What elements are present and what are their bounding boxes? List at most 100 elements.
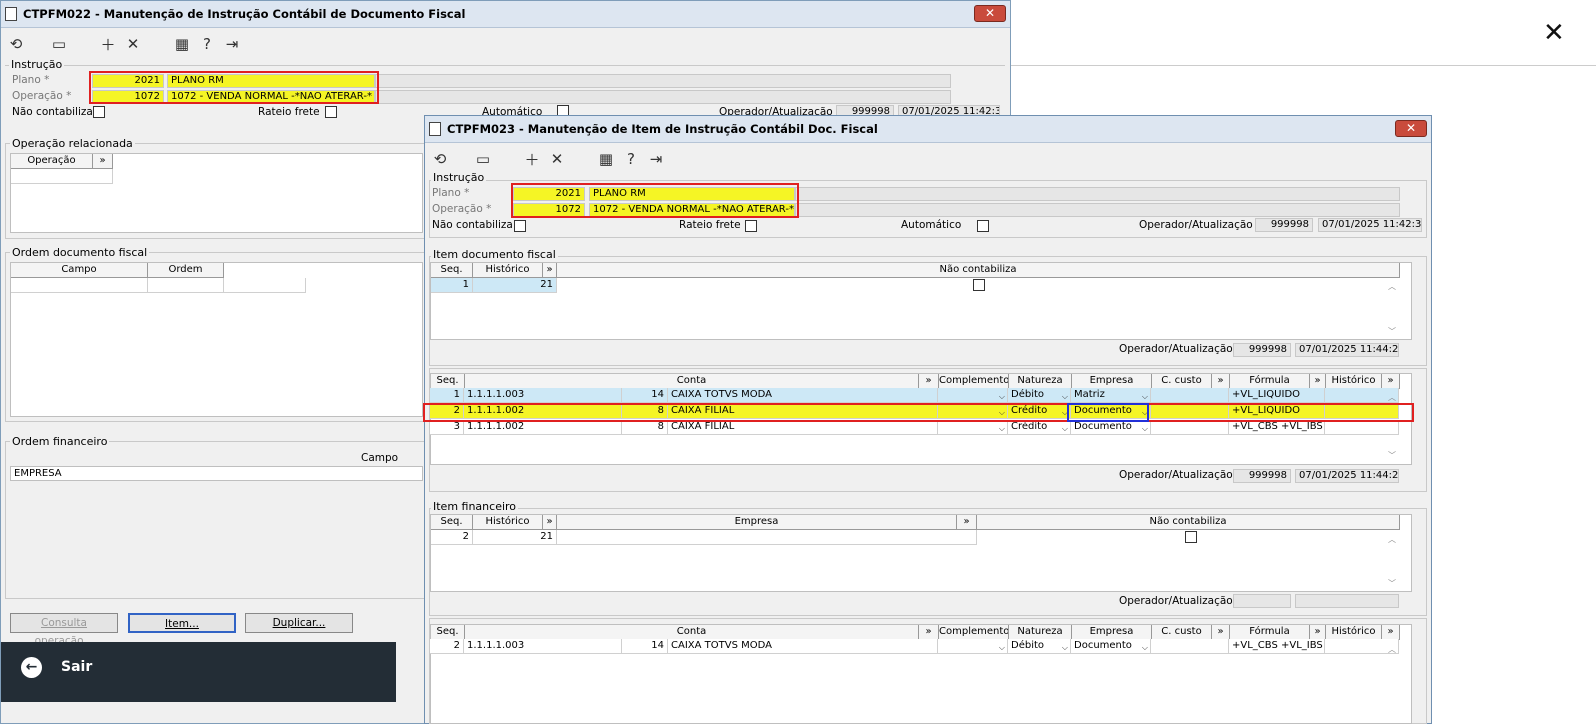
item-button[interactable]: Item... [128,613,236,633]
rateio-checkbox[interactable] [745,220,757,232]
formula-col-header[interactable]: Fórmula [1230,374,1310,389]
chevron-down-icon[interactable]: ⌵ [999,422,1005,434]
refresh-icon[interactable]: ⟲ [5,33,27,55]
help-icon[interactable]: ? [620,148,642,170]
seq-col-header[interactable]: Seq. [431,374,465,389]
complemento-col-header[interactable]: Complemento [939,625,1009,640]
expand-icon[interactable]: » [1382,625,1400,640]
automatico-checkbox[interactable] [977,220,989,232]
expand-icon[interactable]: » [1310,625,1326,640]
historico-col-header[interactable]: Histórico [1326,374,1382,389]
calendar-icon[interactable]: ▦ [595,148,617,170]
conta-num-cell[interactable]: 14 [622,639,668,654]
expand-icon[interactable]: » [1310,374,1326,389]
duplicar-button[interactable]: Duplicar... [245,613,353,633]
chevron-down-icon[interactable]: ⌵ [999,390,1005,402]
seq-cell[interactable]: 1 [430,388,464,403]
consulta-operacao-button[interactable]: Consulta operação... [10,613,118,647]
conta-name-cell[interactable]: CAIXA TOTVS MODA [668,388,938,403]
chevron-down-icon[interactable]: ⌵ [1142,390,1148,402]
save-icon[interactable]: ▭ [48,33,70,55]
scroll-up-icon[interactable]: ︿ [1387,534,1397,545]
chevron-down-icon[interactable]: ⌵ [1062,422,1068,434]
formula-cell[interactable]: +VL_CBS +VL_IBS [1229,420,1325,435]
conta-name-cell[interactable]: CAIXA TOTVS MODA [668,639,938,654]
empresa-cell[interactable]: Documento ⌵ [1071,639,1151,654]
historico-col-header[interactable]: Histórico [473,263,543,278]
delete-icon[interactable]: ✕ [546,148,568,170]
conta-col-header[interactable]: Conta [465,625,919,640]
empresa-col-header[interactable]: Empresa [1072,625,1152,640]
close-button[interactable]: ✕ [1395,120,1427,137]
operacao-row[interactable] [11,169,113,184]
back-arrow-icon[interactable]: ← [21,657,42,678]
ordem-financeiro-row[interactable]: EMPRESA [10,466,423,481]
conta-code-cell[interactable]: 1.1.1.1.002 [464,420,622,435]
ccusto-cell[interactable] [1151,639,1229,654]
formula-cell[interactable]: +VL_CBS +VL_IBS [1229,639,1325,654]
calendar-icon[interactable]: ▦ [171,33,193,55]
expand-icon[interactable]: » [957,515,977,530]
chevron-down-icon[interactable]: ⌵ [1062,641,1068,653]
seq-cell[interactable]: 2 [431,530,473,545]
scroll-down-icon[interactable]: ﹀ [1387,578,1397,589]
empresa-col-header[interactable]: Empresa [1072,374,1152,389]
scroll-up-icon[interactable]: ︿ [1387,281,1397,292]
seq-col-header[interactable]: Seq. [431,625,465,640]
chevron-down-icon[interactable]: ⌵ [1142,641,1148,653]
rateio-checkbox[interactable] [325,106,337,118]
empresa-cell[interactable] [557,530,977,545]
expand-icon[interactable]: » [93,154,113,169]
ccusto-cell[interactable] [1151,420,1229,435]
help-icon[interactable]: ? [196,33,218,55]
ccusto-col-header[interactable]: C. custo [1152,625,1212,640]
conta-num-cell[interactable]: 14 [622,388,668,403]
expand-icon[interactable]: » [1212,374,1230,389]
conta-num-cell[interactable]: 8 [622,420,668,435]
campo-col-header[interactable]: Campo [11,263,148,278]
expand-icon[interactable]: » [543,263,557,278]
scroll-down-icon[interactable]: ﹀ [1387,326,1397,337]
complemento-cell[interactable]: ⌵ [938,639,1008,654]
delete-icon[interactable]: ✕ [122,33,144,55]
ordem-col-header[interactable]: Ordem [148,263,224,278]
expand-icon[interactable]: » [543,515,557,530]
natureza-cell[interactable]: Débito ⌵ [1008,639,1071,654]
nao-contabiliza-col-header[interactable]: Não contabiliza [557,263,1400,278]
nao-contabiliza-checkbox[interactable] [514,220,526,232]
seq-cell[interactable]: 1 [431,278,473,293]
exit-icon[interactable]: ⇥ [221,33,243,55]
exit-icon[interactable]: ⇥ [645,148,667,170]
complemento-cell[interactable]: ⌵ [938,420,1008,435]
operacao-col-header[interactable]: Operação [11,154,93,169]
sair-label[interactable]: Sair [61,659,92,675]
ordem-row-extra[interactable] [224,278,306,293]
nao-contabiliza-cell-checkbox[interactable] [1185,531,1197,543]
campo-header[interactable]: Campo [361,452,398,464]
chevron-down-icon[interactable]: ⌵ [1142,422,1148,434]
close-icon[interactable]: ✕ [1543,18,1565,48]
expand-icon[interactable]: » [919,625,939,640]
nao-contabiliza-cell-checkbox[interactable] [973,279,985,291]
nao-contabiliza-col-header[interactable]: Não contabiliza [977,515,1400,530]
historico-cell[interactable] [1325,420,1399,435]
expand-icon[interactable]: » [1212,625,1230,640]
conta-code-cell[interactable]: 1.1.1.1.003 [464,639,622,654]
natureza-col-header[interactable]: Natureza [1009,625,1072,640]
ordem-row-ordem[interactable] [148,278,224,293]
save-icon[interactable]: ▭ [472,148,494,170]
conta-col-header[interactable]: Conta [465,374,919,389]
nao-contabiliza-checkbox[interactable] [93,106,105,118]
expand-icon[interactable]: » [1382,374,1400,389]
ccusto-cell[interactable] [1151,388,1229,403]
seq-cell[interactable]: 3 [430,420,464,435]
empresa-cell[interactable]: Documento ⌵ [1071,420,1151,435]
conta-code-cell[interactable]: 1.1.1.1.003 [464,388,622,403]
scroll-up-icon[interactable]: ︿ [1387,644,1397,655]
historico-col-header[interactable]: Histórico [473,515,543,530]
chevron-down-icon[interactable]: ⌵ [1062,390,1068,402]
complemento-cell[interactable]: ⌵ [938,388,1008,403]
expand-icon[interactable]: » [919,374,939,389]
conta-name-cell[interactable]: CAIXA FILIAL [668,420,938,435]
seq-col-header[interactable]: Seq. [431,515,473,530]
